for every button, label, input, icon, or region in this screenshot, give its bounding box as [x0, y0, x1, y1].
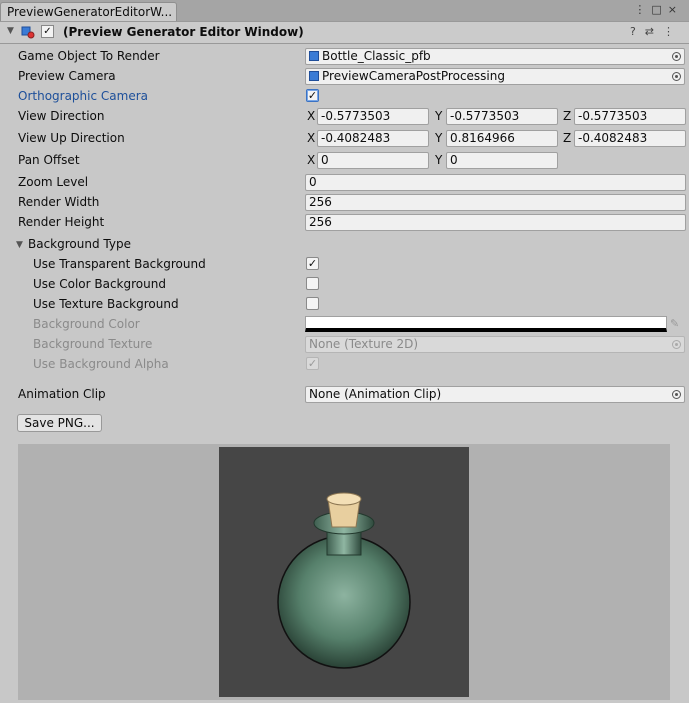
tab-bar-controls: ⋮□× — [634, 3, 683, 16]
tab-bar: PreviewGeneratorEditorW... ⋮□× — [0, 0, 689, 22]
use-color-label: Use Color Background — [33, 277, 166, 291]
maximize-icon[interactable]: □ — [651, 3, 667, 16]
component-header: ▼ ✓ (Preview Generator Editor Window) ?⇄… — [0, 22, 689, 44]
close-icon[interactable]: × — [668, 3, 683, 16]
background-color-label: Background Color — [33, 317, 140, 331]
pan-offset-x-input[interactable]: 0 — [317, 152, 429, 169]
save-png-button[interactable]: Save PNG... — [17, 414, 102, 432]
game-object-value: Bottle_Classic_pfb — [322, 49, 431, 63]
preset-icon[interactable]: ⇄ — [645, 25, 663, 38]
use-texture-label: Use Texture Background — [33, 297, 179, 311]
view-up-label: View Up Direction — [18, 131, 125, 145]
background-type-foldout[interactable]: Background Type — [28, 237, 131, 251]
view-direction-x-input[interactable]: -0.5773503 — [317, 108, 429, 125]
axis-x-label: X — [307, 153, 316, 167]
preview-camera-label: Preview Camera — [18, 69, 116, 83]
bottle-image — [277, 492, 411, 669]
preview-camera-value: PreviewCameraPostProcessing — [322, 69, 505, 83]
axis-y-label: Y — [435, 109, 443, 123]
use-background-alpha-checkbox: ✓ — [306, 357, 319, 370]
object-picker-icon[interactable] — [672, 52, 681, 61]
gameobject-icon — [309, 71, 319, 81]
script-icon — [21, 26, 35, 39]
render-height-label: Render Height — [18, 215, 105, 229]
foldout-triangle-icon[interactable]: ▼ — [16, 240, 23, 250]
animation-clip-label: Animation Clip — [18, 387, 106, 401]
background-color-swatch — [305, 316, 667, 332]
axis-z-label: Z — [563, 131, 572, 145]
axis-x-label: X — [307, 131, 316, 145]
orthographic-label: Orthographic Camera — [18, 89, 148, 103]
use-color-checkbox[interactable] — [306, 277, 319, 290]
view-direction-y-input[interactable]: -0.5773503 — [446, 108, 558, 125]
use-transparent-checkbox[interactable]: ✓ — [306, 257, 319, 270]
axis-y-label: Y — [435, 153, 443, 167]
use-texture-checkbox[interactable] — [306, 297, 319, 310]
axis-z-label: Z — [563, 109, 572, 123]
use-transparent-label: Use Transparent Background — [33, 257, 206, 271]
header-tools: ?⇄⋮ — [630, 25, 683, 38]
help-icon[interactable]: ? — [630, 25, 645, 38]
orthographic-checkbox[interactable]: ✓ — [306, 89, 319, 102]
animation-clip-value: None (Animation Clip) — [309, 387, 442, 401]
animation-clip-field[interactable]: None (Animation Clip) — [305, 386, 685, 403]
object-picker-icon — [672, 340, 681, 349]
background-texture-field: None (Texture 2D) — [305, 336, 685, 353]
eyedropper-icon: ✎ — [670, 317, 680, 330]
render-height-input[interactable]: 256 — [305, 214, 686, 231]
view-direction-label: View Direction — [18, 109, 105, 123]
game-object-field[interactable]: Bottle_Classic_pfb — [305, 48, 685, 65]
prefab-icon — [309, 51, 319, 61]
component-title: (Preview Generator Editor Window) — [63, 25, 304, 39]
menu-icon[interactable]: ⋮ — [634, 3, 651, 16]
collapse-triangle-icon[interactable]: ▼ — [7, 26, 14, 36]
view-up-x-input[interactable]: -0.4082483 — [317, 130, 429, 147]
preview-camera-field[interactable]: PreviewCameraPostProcessing — [305, 68, 685, 85]
pan-offset-y-input[interactable]: 0 — [446, 152, 558, 169]
axis-x-label: X — [307, 109, 316, 123]
component-enabled-checkbox[interactable]: ✓ — [41, 25, 54, 38]
object-picker-icon[interactable] — [672, 390, 681, 399]
background-texture-value: None (Texture 2D) — [309, 337, 419, 351]
axis-y-label: Y — [435, 131, 443, 145]
zoom-level-input[interactable]: 0 — [305, 174, 686, 191]
view-up-z-input[interactable]: -0.4082483 — [574, 130, 686, 147]
background-texture-label: Background Texture — [33, 337, 153, 351]
preview-render-image — [219, 447, 469, 697]
zoom-level-label: Zoom Level — [18, 175, 89, 189]
more-options-icon[interactable]: ⋮ — [663, 25, 683, 38]
render-width-input[interactable]: 256 — [305, 194, 686, 211]
use-background-alpha-label: Use Background Alpha — [33, 357, 169, 371]
object-picker-icon[interactable] — [672, 72, 681, 81]
game-object-label: Game Object To Render — [18, 49, 160, 63]
view-direction-z-input[interactable]: -0.5773503 — [574, 108, 686, 125]
tab-preview-generator[interactable]: PreviewGeneratorEditorW... — [0, 2, 177, 21]
render-width-label: Render Width — [18, 195, 100, 209]
view-up-y-input[interactable]: 0.8164966 — [446, 130, 558, 147]
pan-offset-label: Pan Offset — [18, 153, 80, 167]
